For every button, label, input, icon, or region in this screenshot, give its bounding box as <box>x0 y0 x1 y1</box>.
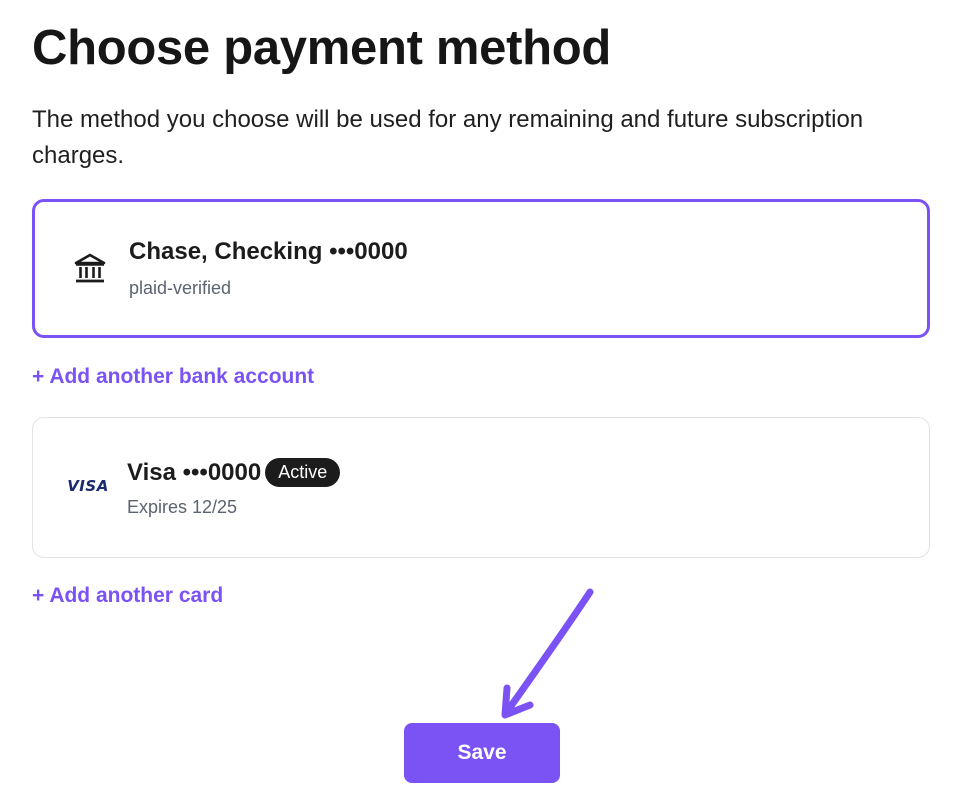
card-name: Visa •••0000 <box>127 458 262 486</box>
add-bank-account-link[interactable]: + Add another bank account <box>32 365 314 389</box>
bank-account-status: plaid-verified <box>129 278 232 298</box>
card-name-row: Visa •••0000 Active <box>127 458 341 487</box>
payment-method-page: Choose payment method The method you cho… <box>0 0 962 800</box>
card-expiry: Expires 12/25 <box>127 497 238 517</box>
save-button[interactable]: Save <box>404 723 560 783</box>
add-card-link[interactable]: + Add another card <box>32 584 223 608</box>
page-description: The method you choose will be used for a… <box>32 106 864 169</box>
page-title: Choose payment method <box>32 21 612 75</box>
status-badge: Active <box>265 458 341 487</box>
visa-icon: VISA <box>67 467 109 505</box>
payment-option-bank[interactable]: Chase, Checking •••0000 plaid-verified <box>32 199 930 338</box>
bank-icon <box>71 250 109 288</box>
bank-account-name: Chase, Checking •••0000 <box>129 238 408 265</box>
payment-option-card[interactable]: VISA Visa •••0000 Active Expires 12/25 <box>32 417 930 558</box>
visa-logo: VISA <box>67 477 109 495</box>
